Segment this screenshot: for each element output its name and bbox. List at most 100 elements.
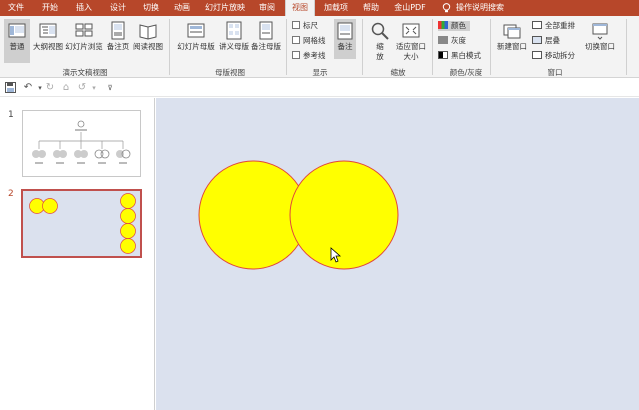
gridlines-checkbox-box: [292, 36, 300, 44]
reading-view-label: 阅读视图: [133, 42, 163, 51]
notes-toggle-button[interactable]: 备注: [334, 19, 356, 59]
notes-toggle-label: 备注: [337, 42, 353, 51]
zoom-label: 缩放: [376, 42, 384, 61]
switch-windows-icon: [592, 23, 608, 40]
notes-master-icon: [259, 21, 273, 40]
guides-checkbox-box: [292, 51, 300, 59]
notes-icon: [337, 22, 353, 40]
normal-view-label: 普通: [9, 42, 25, 51]
cascade-icon: [532, 36, 542, 44]
tab-kingsoft-pdf[interactable]: 金山PDF: [392, 0, 428, 16]
undo-icon[interactable]: ↶: [22, 82, 34, 94]
notes-page-button[interactable]: 备注页: [104, 19, 132, 52]
cascade-button[interactable]: 层叠: [532, 36, 560, 46]
customize-toolbar-icon[interactable]: ⊽: [104, 82, 116, 94]
tab-view[interactable]: 视图: [285, 0, 315, 16]
redo-icon[interactable]: ↻: [44, 82, 56, 94]
tab-design[interactable]: 设计: [106, 0, 130, 16]
reading-view-button[interactable]: 阅读视图: [132, 19, 164, 52]
group-label-zoom: 缩放: [390, 68, 406, 77]
tab-slideshow[interactable]: 幻灯片放映: [201, 0, 249, 16]
black-white-label: 黑白模式: [451, 51, 481, 60]
slide-master-icon: [187, 23, 205, 38]
handout-master-icon: [226, 21, 242, 40]
tell-me-search[interactable]: 操作说明搜索: [456, 0, 504, 16]
arrange-all-label: 全部重排: [545, 21, 575, 30]
handout-master-label: 讲义母版: [219, 42, 249, 51]
guides-checkbox[interactable]: 参考线: [292, 51, 326, 61]
color-swatch-icon: [438, 21, 448, 29]
notes-master-label: 备注母版: [251, 42, 281, 51]
fit-window-icon: [402, 23, 420, 38]
org-chart-thumbnail-icon: [32, 120, 131, 164]
tab-help[interactable]: 帮助: [359, 0, 383, 16]
slide-master-button[interactable]: 幻灯片母版: [174, 19, 218, 52]
group-separator: [286, 19, 287, 75]
guides-label: 参考线: [303, 51, 326, 60]
tab-animations[interactable]: 动画: [170, 0, 194, 16]
color-button[interactable]: 颜色: [438, 21, 470, 31]
black-white-button[interactable]: 黑白模式: [438, 51, 481, 61]
new-window-button[interactable]: 新建窗口: [494, 19, 530, 52]
slide-thumbnail-2-selected[interactable]: [21, 189, 142, 258]
move-split-icon: [532, 51, 542, 59]
new-window-icon: [503, 24, 521, 39]
group-separator: [490, 19, 491, 75]
slide-sorter-icon: [75, 23, 93, 37]
new-window-label: 新建窗口: [497, 42, 527, 51]
color-label: 颜色: [451, 21, 466, 30]
grayscale-button[interactable]: 灰度: [438, 36, 466, 46]
gridlines-checkbox[interactable]: 网格线: [292, 36, 326, 46]
save-icon[interactable]: [4, 82, 16, 94]
handout-master-button[interactable]: 讲义母版: [218, 19, 250, 52]
reading-view-icon: [139, 24, 157, 40]
group-separator: [626, 19, 627, 75]
ribbon-tab-bar: 文件 开始 插入 设计 切换 动画 幻灯片放映 审阅 视图 加载项 帮助 金山P…: [0, 0, 639, 16]
tab-insert[interactable]: 插入: [72, 0, 96, 16]
slide-editing-canvas[interactable]: [156, 98, 639, 410]
slide-number: 2: [8, 189, 14, 199]
group-label-color-grayscale: 颜色/灰度: [449, 68, 483, 77]
notes-page-label: 备注页: [106, 42, 130, 51]
ruler-checkbox-box: [292, 21, 300, 29]
slide-thumbnail-1[interactable]: [22, 110, 141, 177]
arrange-all-button[interactable]: 全部重排: [532, 21, 575, 31]
refresh-dropdown-chevron-icon[interactable]: ▾: [88, 82, 100, 94]
ruler-label: 标尺: [303, 21, 318, 30]
group-separator: [362, 19, 363, 75]
format-painter-icon[interactable]: ⌂: [60, 82, 72, 94]
black-white-swatch-icon: [438, 51, 448, 59]
tab-home[interactable]: 开始: [38, 0, 62, 16]
fit-to-window-button[interactable]: 适应窗口大小: [394, 19, 428, 62]
tab-addins[interactable]: 加载项: [321, 0, 351, 16]
fit-to-window-label: 适应窗口大小: [396, 42, 426, 61]
outline-view-button[interactable]: 大纲视图: [32, 19, 64, 52]
yellow-circle-shape[interactable]: [289, 160, 399, 270]
lightbulb-icon: [442, 3, 451, 13]
normal-view-button[interactable]: 普通: [4, 19, 30, 63]
outline-view-icon: [39, 23, 57, 38]
zoom-button[interactable]: 缩放: [368, 19, 392, 62]
tab-transitions[interactable]: 切换: [139, 0, 163, 16]
slide-master-label: 幻灯片母版: [177, 42, 215, 51]
arrange-all-icon: [532, 21, 542, 29]
group-label-master-views: 母版视图: [215, 68, 245, 77]
group-separator: [169, 19, 170, 75]
ruler-checkbox[interactable]: 标尺: [292, 21, 318, 31]
switch-windows-button[interactable]: 切换窗口: [582, 19, 618, 52]
slide-sorter-button[interactable]: 幻灯片浏览: [64, 19, 104, 52]
tab-review[interactable]: 审阅: [255, 0, 279, 16]
slide-thumbnail-panel: 1 2: [0, 98, 155, 410]
tab-file[interactable]: 文件: [4, 0, 28, 16]
grayscale-label: 灰度: [451, 36, 466, 45]
slide-sorter-label: 幻灯片浏览: [65, 42, 103, 51]
group-separator: [432, 19, 433, 75]
switch-windows-label: 切换窗口: [585, 42, 615, 51]
cascade-label: 层叠: [545, 36, 560, 45]
move-split-label: 移动拆分: [545, 51, 575, 60]
move-split-button[interactable]: 移动拆分: [532, 51, 575, 61]
quick-access-toolbar: ↶ ▾ ↻ ⌂ ↺ ▾ ⊽: [0, 79, 639, 97]
magnifier-icon: [371, 22, 389, 40]
refresh-icon[interactable]: ↺: [76, 82, 88, 94]
notes-master-button[interactable]: 备注母版: [250, 19, 282, 52]
